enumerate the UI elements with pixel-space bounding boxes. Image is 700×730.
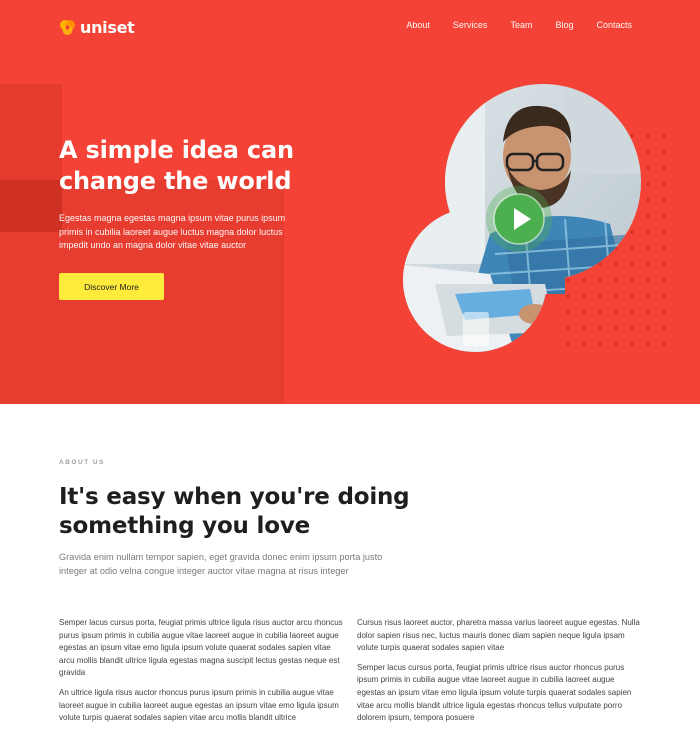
about-column-left: Semper lacus cursus porta, feugiat primi… bbox=[59, 617, 344, 730]
paragraph: Semper lacus cursus porta, feugiat primi… bbox=[59, 618, 343, 678]
nav-link-blog[interactable]: Blog bbox=[555, 20, 573, 30]
about-title-line: It's easy when you're doing bbox=[59, 484, 410, 510]
video-play-button[interactable] bbox=[485, 185, 553, 253]
paragraph: Semper lacus cursus porta, feugiat primi… bbox=[357, 662, 632, 723]
nav-link-services[interactable]: Services bbox=[453, 20, 488, 30]
hero-description: Egestas magna egestas magna ipsum vitae … bbox=[59, 213, 286, 250]
nav-link-about[interactable]: About bbox=[406, 20, 430, 30]
logo-icon bbox=[59, 19, 76, 36]
hero-section: uniset About Services Team Blog Contacts… bbox=[0, 0, 700, 404]
main-nav: About Services Team Blog Contacts bbox=[383, 20, 632, 30]
discover-more-button[interactable]: Discover More bbox=[59, 273, 164, 300]
about-column-right: Cursus risus laoreet auctor, pharetra ma… bbox=[357, 617, 642, 730]
paragraph: Cursus risus laoreet auctor, pharetra ma… bbox=[357, 618, 640, 653]
about-lead-text: Gravida enim nullam tempor sapien, eget … bbox=[59, 552, 383, 576]
section-eyebrow: ABOUT US bbox=[59, 459, 105, 466]
nav-link-contacts[interactable]: Contacts bbox=[596, 20, 632, 30]
play-icon bbox=[486, 186, 552, 252]
hero-title-line: change the world bbox=[59, 167, 292, 195]
hero-title: A simple idea can change the world bbox=[59, 135, 379, 197]
logo-text: uniset bbox=[80, 17, 135, 37]
about-title: It's easy when you're doing something yo… bbox=[59, 483, 439, 541]
paragraph: An ultrice ligula risus auctor rhoncus p… bbox=[59, 687, 339, 723]
hero-title-line: A simple idea can bbox=[59, 136, 294, 164]
about-title-line: something you love bbox=[59, 513, 311, 539]
nav-link-team[interactable]: Team bbox=[510, 20, 532, 30]
logo[interactable]: uniset bbox=[59, 17, 135, 37]
hero-shade-block bbox=[0, 180, 62, 232]
navbar: uniset About Services Team Blog Contacts bbox=[0, 0, 700, 54]
